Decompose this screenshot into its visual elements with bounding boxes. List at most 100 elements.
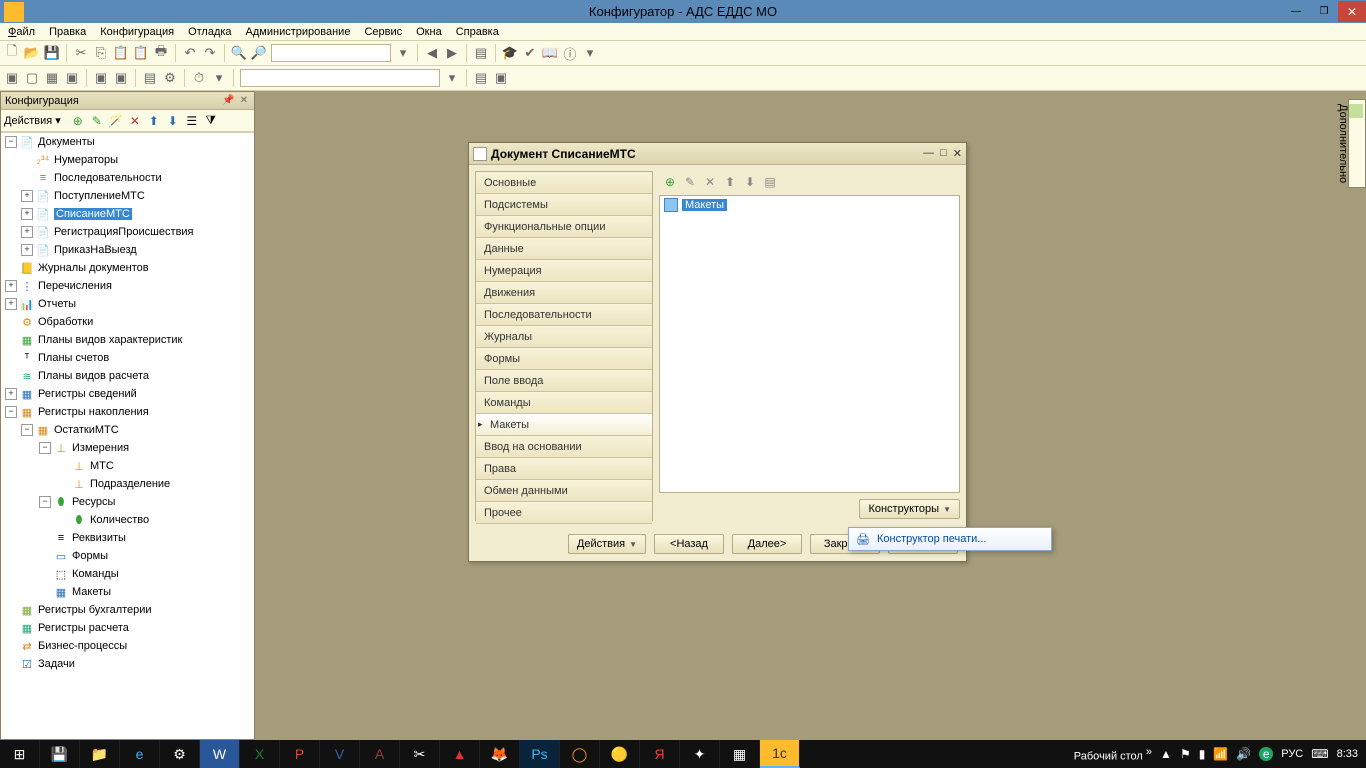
- tray-net-icon[interactable]: 📶: [1213, 747, 1228, 761]
- save-icon[interactable]: 💾: [44, 45, 60, 61]
- more-icon[interactable]: ▾: [582, 45, 598, 61]
- tree-reports[interactable]: +📊Отчеты: [1, 295, 254, 313]
- edit-icon[interactable]: ✎: [90, 114, 104, 128]
- tree-dimensions[interactable]: −⊥Измерения: [1, 439, 254, 457]
- add-icon[interactable]: ⊕: [71, 114, 85, 128]
- doc-close-icon[interactable]: ✕: [953, 147, 962, 160]
- task-save[interactable]: 💾: [40, 740, 80, 768]
- tab-func-opts[interactable]: Функциональные опции: [476, 216, 652, 238]
- tree-qty[interactable]: ⬮Количество: [1, 511, 254, 529]
- menu-debug[interactable]: Отладка: [188, 26, 231, 38]
- sort-icon[interactable]: ☰: [185, 114, 199, 128]
- print-icon[interactable]: 🖶: [153, 45, 169, 61]
- config-tree[interactable]: −📄Документы ₂³⁴Нумераторы ≡Последователь…: [1, 132, 254, 739]
- tray-flag-icon[interactable]: ⚑: [1180, 747, 1191, 761]
- tree-documents[interactable]: −📄Документы: [1, 133, 254, 151]
- tree-calc-regs[interactable]: ▦Регистры расчета: [1, 619, 254, 637]
- menu-config[interactable]: Конфигурация: [100, 26, 174, 38]
- tree-resources[interactable]: −⬮Ресурсы: [1, 493, 254, 511]
- t2-c-icon[interactable]: ▦: [44, 70, 60, 86]
- tree-char-plans[interactable]: ▦Планы видов характеристик: [1, 331, 254, 349]
- tree-accum-regs[interactable]: −▦Регистры накопления: [1, 403, 254, 421]
- tree-tasks[interactable]: ☑Задачи: [1, 655, 254, 673]
- tray-up-icon[interactable]: ▲: [1160, 747, 1172, 761]
- t2-i-icon[interactable]: ▤: [473, 70, 489, 86]
- tab-data[interactable]: Данные: [476, 238, 652, 260]
- task-excel[interactable]: X: [240, 740, 280, 768]
- panel-pin-icon[interactable]: 📌: [222, 95, 234, 107]
- syntax-icon[interactable]: ✔: [522, 45, 538, 61]
- tree-acc-regs[interactable]: ▦Регистры бухгалтерии: [1, 601, 254, 619]
- tab-other[interactable]: Прочее: [476, 502, 652, 524]
- tray-time[interactable]: 8:33: [1337, 748, 1358, 760]
- tray-vol-icon[interactable]: 🔊: [1236, 747, 1251, 761]
- task-ps[interactable]: Ps: [520, 740, 560, 768]
- actions-footer-button[interactable]: Действия▼: [568, 534, 646, 554]
- task-explorer[interactable]: 📁: [80, 740, 120, 768]
- tab-layouts[interactable]: Макеты: [476, 414, 652, 436]
- cut-icon[interactable]: ✂: [73, 45, 89, 61]
- task-visio[interactable]: V: [320, 740, 360, 768]
- tree-calc-plans[interactable]: ≋Планы видов расчета: [1, 367, 254, 385]
- wizard-icon[interactable]: 🪄: [109, 114, 123, 128]
- actions-button[interactable]: Действия ▾: [4, 114, 61, 127]
- find-icon[interactable]: 🔍: [231, 45, 247, 61]
- t2-a-icon[interactable]: ▣: [4, 70, 20, 86]
- copy-icon[interactable]: ⎘: [93, 45, 109, 61]
- next-button[interactable]: Далее>: [732, 534, 802, 554]
- tree-accounts[interactable]: ᵀПланы счетов: [1, 349, 254, 367]
- list-more-icon[interactable]: ▤: [763, 175, 777, 189]
- t2-e-icon[interactable]: ▣: [93, 70, 109, 86]
- paste2-icon[interactable]: 📋: [133, 45, 149, 61]
- t2-j-icon[interactable]: ▣: [493, 70, 509, 86]
- task-gimp[interactable]: 🦊: [480, 740, 520, 768]
- constructors-button[interactable]: Конструкторы▼: [859, 499, 960, 519]
- menu-edit[interactable]: Правка: [49, 26, 86, 38]
- tree-bp[interactable]: ⇄Бизнес-процессы: [1, 637, 254, 655]
- task-chrome[interactable]: 🟡: [600, 740, 640, 768]
- tray-battery-icon[interactable]: ▮: [1199, 747, 1206, 761]
- tree-info-regs[interactable]: +▦Регистры сведений: [1, 385, 254, 403]
- stack-icon[interactable]: ▤: [473, 45, 489, 61]
- tree-enums[interactable]: +⋮Перечисления: [1, 277, 254, 295]
- tab-exchange[interactable]: Обмен данными: [476, 480, 652, 502]
- tree-commands[interactable]: ⬚Команды: [1, 565, 254, 583]
- down-icon[interactable]: ⬇: [166, 114, 180, 128]
- tray-lang[interactable]: РУС: [1281, 748, 1303, 760]
- panel-close-icon[interactable]: ✕: [238, 95, 250, 107]
- task-ai[interactable]: ◯: [560, 740, 600, 768]
- task-settings[interactable]: ⚙: [160, 740, 200, 768]
- tree-mtc[interactable]: ⊥МТС: [1, 457, 254, 475]
- filter-icon[interactable]: ⧩: [204, 114, 218, 128]
- back-button[interactable]: <Назад: [654, 534, 724, 554]
- menu-service[interactable]: Сервис: [364, 26, 402, 38]
- redo-icon[interactable]: ↷: [202, 45, 218, 61]
- list-item[interactable]: Макеты: [660, 196, 959, 214]
- tree-spisanie[interactable]: +📄СписаниеМТС: [1, 205, 254, 223]
- tree-attrs[interactable]: ≡Реквизиты: [1, 529, 254, 547]
- tree-processors[interactable]: ⚙Обработки: [1, 313, 254, 331]
- maximize-button[interactable]: [1310, 1, 1338, 22]
- tray-kb-icon[interactable]: ⌨: [1311, 747, 1328, 761]
- task-1c[interactable]: 1c: [760, 740, 800, 768]
- doc-maximize-icon[interactable]: □: [940, 147, 947, 160]
- task-ie[interactable]: e: [120, 740, 160, 768]
- task-ppt[interactable]: P: [280, 740, 320, 768]
- grad-icon[interactable]: 🎓: [502, 45, 518, 61]
- paste-icon[interactable]: 📋: [113, 45, 129, 61]
- tree-postuplenie[interactable]: +📄ПоступлениеМТС: [1, 187, 254, 205]
- zoom-icon[interactable]: 🔎: [251, 45, 267, 61]
- t2-dd-icon[interactable]: ▾: [211, 70, 227, 86]
- tab-sequences[interactable]: Последовательности: [476, 304, 652, 326]
- t2-clock-icon[interactable]: ⏱: [191, 70, 207, 86]
- task-yandex[interactable]: Я: [640, 740, 680, 768]
- tree-layouts[interactable]: ▦Макеты: [1, 583, 254, 601]
- tab-numbering[interactable]: Нумерация: [476, 260, 652, 282]
- task-unknown2[interactable]: ▦: [720, 740, 760, 768]
- fwd-icon[interactable]: ▶: [444, 45, 460, 61]
- tree-prikaz[interactable]: +📄ПриказНаВыезд: [1, 241, 254, 259]
- t2-b-icon[interactable]: ▢: [24, 70, 40, 86]
- menu-help[interactable]: Справка: [456, 26, 499, 38]
- back-icon[interactable]: ◀: [424, 45, 440, 61]
- dropdown-icon[interactable]: ▾: [395, 45, 411, 61]
